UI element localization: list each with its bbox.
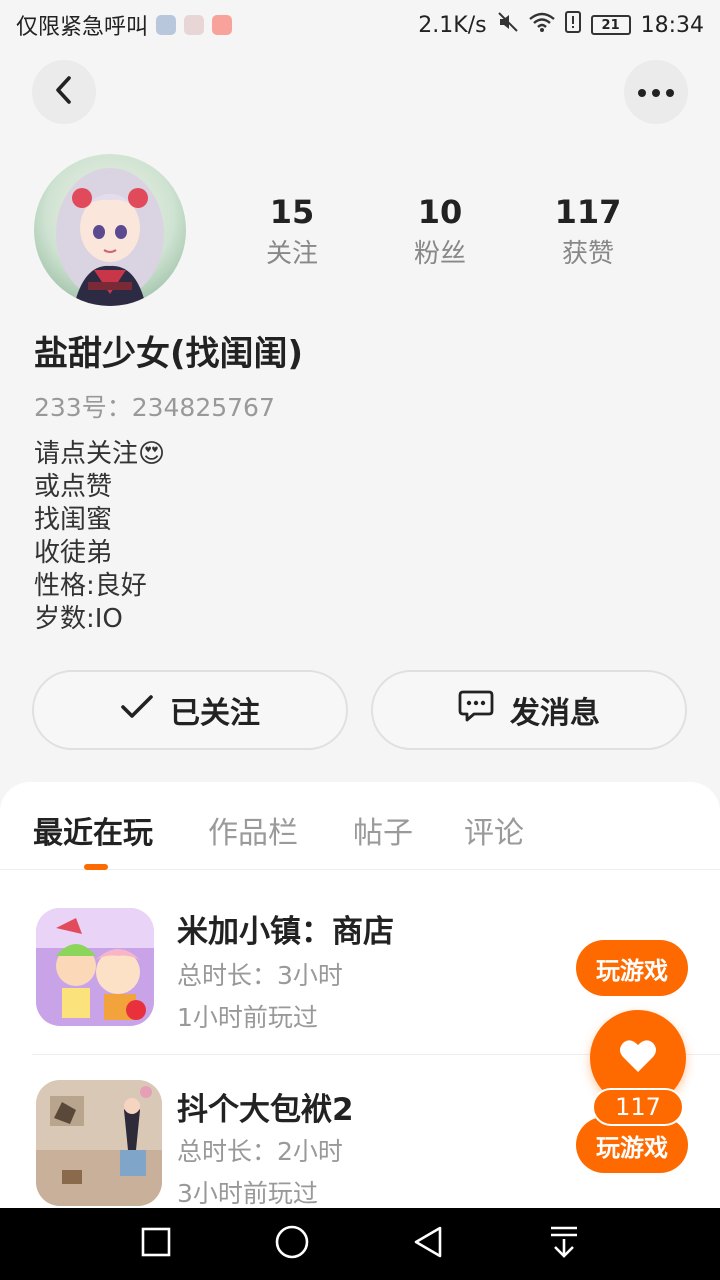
- tab-recently-played[interactable]: 最近在玩: [33, 808, 153, 852]
- avatar[interactable]: [34, 154, 186, 306]
- pull-down-icon: [549, 1225, 579, 1263]
- game-icon[interactable]: [36, 1080, 162, 1206]
- home-button[interactable]: [270, 1222, 314, 1266]
- following-label: 关注: [265, 239, 318, 269]
- notification-app-icon: [184, 15, 205, 35]
- stat-following[interactable]: 15 关注: [232, 192, 352, 272]
- chevron-left-icon: [52, 75, 76, 109]
- stat-likes[interactable]: 117 获赞: [528, 192, 648, 272]
- game-duration: 总时长：2小时: [177, 1137, 343, 1166]
- following-button-label: 已关注: [170, 696, 260, 731]
- circle-icon: [274, 1224, 310, 1264]
- system-nav-bar: [0, 1208, 720, 1280]
- tab-bar: 最近在玩 作品栏 帖子 评论: [0, 782, 720, 870]
- network-speed: 2.1K/s: [418, 12, 487, 38]
- bio-line: 或点赞: [34, 472, 113, 502]
- back-nav-button[interactable]: [406, 1222, 450, 1266]
- likes-count: 117: [554, 193, 622, 231]
- play-game-button[interactable]: 玩游戏: [576, 940, 688, 996]
- tab-works[interactable]: 作品栏: [208, 808, 298, 852]
- stat-followers[interactable]: 10 粉丝: [380, 192, 500, 272]
- username: 盐甜少女(找闺闺): [34, 334, 304, 374]
- bio-line: 性格:良好: [34, 571, 147, 601]
- tab-comments[interactable]: 评论: [464, 808, 524, 852]
- check-icon: [120, 693, 154, 728]
- notification-chat-icon: [212, 15, 233, 35]
- game-title: 抖个大包袱2: [177, 1092, 354, 1128]
- clock: 18:34: [640, 12, 704, 38]
- square-icon: [141, 1227, 171, 1261]
- heart-icon: [618, 1038, 658, 1078]
- game-icon[interactable]: [36, 908, 154, 1026]
- likes-label: 获赞: [561, 239, 614, 269]
- following-button[interactable]: 已关注: [32, 670, 348, 750]
- notification-shield-icon: [156, 15, 177, 35]
- notification-pull-button[interactable]: [542, 1222, 586, 1266]
- content-card: 最近在玩 作品栏 帖子 评论 米加小镇：商店 总时长：3小时 1小时前玩过 玩游…: [0, 782, 720, 1212]
- more-options-button[interactable]: [624, 60, 688, 124]
- bio-line: 岁数:IO: [34, 604, 123, 634]
- game-title: 米加小镇：商店: [177, 914, 394, 950]
- bio-line: 收徒弟: [34, 538, 113, 568]
- triangle-back-icon: [412, 1225, 444, 1263]
- send-message-button[interactable]: 发消息: [371, 670, 687, 750]
- sim-alert-icon: [564, 11, 581, 39]
- game-last-played: 3小时前玩过: [177, 1179, 318, 1208]
- mute-icon: [497, 11, 519, 39]
- active-tab-indicator: [84, 864, 108, 870]
- like-count: 117: [592, 1088, 684, 1126]
- game-last-played: 1小时前玩过: [177, 1003, 318, 1032]
- back-button[interactable]: [32, 60, 96, 124]
- send-message-label: 发消息: [510, 696, 600, 731]
- carrier-text: 仅限紧急呼叫: [16, 15, 149, 40]
- bio: 请点关注😍 或点赞 找闺蜜 收徒弟 性格:良好 岁数:IO: [34, 438, 634, 636]
- more-horizontal-icon: [637, 83, 675, 102]
- recent-apps-button[interactable]: [134, 1222, 178, 1266]
- game-duration: 总时长：3小时: [177, 961, 343, 990]
- battery-indicator: 21: [590, 15, 631, 35]
- wifi-icon: [528, 11, 555, 39]
- followers-label: 粉丝: [413, 239, 466, 269]
- bio-line: 找闺蜜: [34, 505, 113, 535]
- bio-line: 请点关注😍: [34, 439, 166, 469]
- user-id: 233号：234825767: [34, 393, 275, 422]
- tab-posts[interactable]: 帖子: [353, 808, 413, 852]
- status-bar: 仅限紧急呼叫 2.1K/s 21 18:34: [0, 0, 720, 50]
- following-count: 15: [269, 193, 315, 231]
- chat-bubble-icon: [458, 689, 494, 731]
- followers-count: 10: [417, 193, 463, 231]
